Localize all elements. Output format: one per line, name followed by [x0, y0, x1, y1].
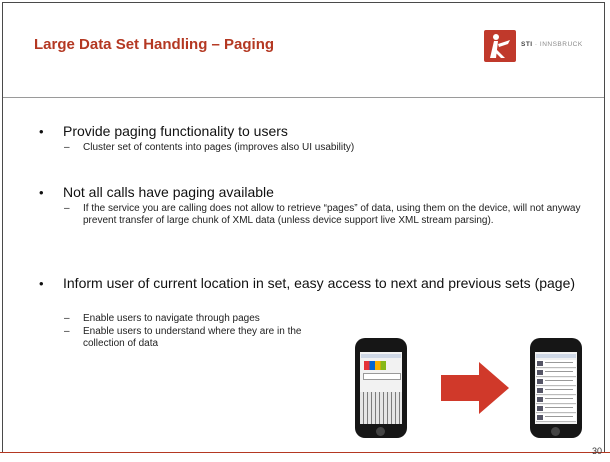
browser-bar — [361, 354, 401, 358]
home-button — [376, 427, 385, 436]
sub-bullet-item: – If the service you are calling does no… — [64, 203, 599, 226]
sub-bullet-text: Enable users to navigate through pages — [83, 313, 260, 324]
sub-bullet-dash: – — [64, 313, 70, 324]
sub-bullet-item: – Enable users to navigate through pages — [64, 313, 344, 325]
sub-bullet-dash: – — [64, 203, 70, 214]
phone-screen — [360, 352, 402, 424]
bullet-dot: • — [39, 185, 44, 200]
bullet-item: • Inform user of current location in set… — [39, 275, 594, 292]
sti-logo-icon — [484, 30, 516, 62]
logo-separator: · — [532, 41, 540, 48]
keyboard-image — [360, 392, 402, 424]
right-arrow-icon — [441, 362, 509, 414]
search-box-image — [363, 373, 401, 380]
home-button — [551, 427, 560, 436]
ebay-logo-image — [364, 361, 386, 370]
sub-bullet-item: – Enable users to understand where they … — [64, 326, 344, 349]
bullet-text: Provide paging functionality to users — [63, 123, 288, 139]
browser-bar — [536, 354, 576, 358]
logo-brand: STI — [521, 41, 533, 48]
list-item — [536, 405, 576, 413]
list-item — [536, 378, 576, 386]
bullet-text: Inform user of current location in set, … — [63, 275, 576, 291]
page-number: 30 — [591, 446, 602, 456]
list-item — [536, 387, 576, 395]
logo-text: STI · INNSBRUCK — [521, 41, 583, 48]
list-item — [536, 396, 576, 404]
phone-screen — [535, 352, 577, 424]
sub-bullet-text: Enable users to understand where they ar… — [83, 326, 302, 349]
slide-title: Large Data Set Handling – Paging — [34, 36, 275, 53]
list-item — [536, 369, 576, 377]
sub-bullet-item: – Cluster set of contents into pages (im… — [64, 142, 354, 154]
bullet-text: Not all calls have paging available — [63, 184, 274, 200]
sub-bullet-dash: – — [64, 142, 70, 153]
header-divider — [3, 97, 604, 98]
slide: Large Data Set Handling – Paging STI · I… — [0, 0, 610, 462]
sub-bullet-text: Cluster set of contents into pages (impr… — [83, 142, 355, 153]
bullet-dot: • — [39, 276, 44, 291]
slide-frame — [2, 2, 605, 457]
logo-name: INNSBRUCK — [539, 41, 583, 48]
list-item — [536, 414, 576, 422]
phone-results-screenshot — [530, 338, 582, 438]
list-item — [536, 360, 576, 368]
bullet-dot: • — [39, 124, 44, 139]
sti-innsbruck-logo: STI · INNSBRUCK — [484, 30, 589, 62]
bullet-item: • Not all calls have paging available — [39, 184, 274, 201]
phone-search-screenshot — [355, 338, 407, 438]
bullet-item: • Provide paging functionality to users — [39, 123, 288, 140]
sub-bullet-dash: – — [64, 326, 70, 337]
sub-bullet-text: If the service you are calling does not … — [83, 203, 581, 226]
